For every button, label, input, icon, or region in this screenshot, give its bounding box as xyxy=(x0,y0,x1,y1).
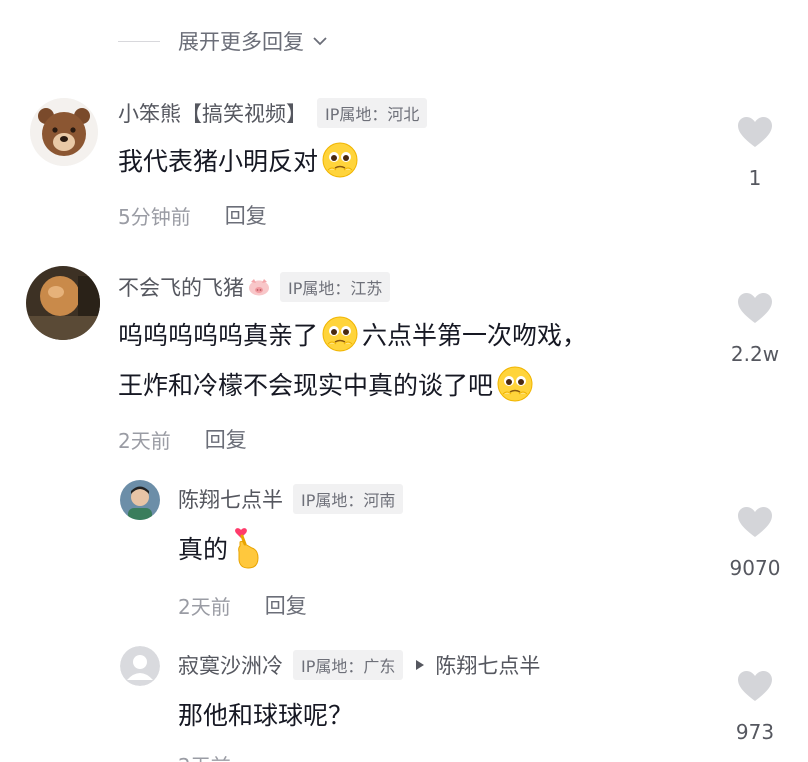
reply-header: 陈翔七点半 IP属地：河南 xyxy=(178,484,404,514)
reply-meta: 2天前 回复 xyxy=(178,590,307,620)
timestamp: 2天前 xyxy=(178,750,231,762)
like-count: 973 xyxy=(735,720,775,744)
finger-heart-emoji-icon xyxy=(235,528,259,569)
like-button[interactable]: 973 xyxy=(710,670,800,744)
avatar[interactable] xyxy=(120,480,160,520)
timestamp: 5分钟前 xyxy=(118,204,191,229)
ip-location-badge: IP属地：河南 xyxy=(293,484,404,514)
reply-text: 真的 xyxy=(178,526,268,574)
comment-text-content: 我代表猪小明反对 xyxy=(118,147,319,176)
comment-text-line-1: 呜呜呜呜呜真亲了 六点半第一次吻戏， xyxy=(118,312,587,360)
like-button[interactable]: 1 xyxy=(710,116,800,190)
comment-text-part: 王炸和冷檬不会现实中真的谈了吧 xyxy=(118,371,494,400)
username[interactable]: 陈翔七点半 xyxy=(178,484,283,514)
comment-text-part: 呜呜呜呜呜真亲了 xyxy=(118,321,319,350)
avatar[interactable] xyxy=(30,98,98,166)
reply-to-arrow-icon xyxy=(416,660,425,670)
comment-text: 我代表猪小明反对 xyxy=(118,138,362,186)
comment-text-part: 六点半第一次吻戏， xyxy=(362,321,588,350)
ip-location-badge: IP属地：广东 xyxy=(293,650,404,680)
expand-more-replies-button[interactable]: 展开更多回复 xyxy=(118,24,330,58)
heart-icon xyxy=(738,117,772,147)
chevron-down-icon xyxy=(313,37,327,46)
expand-more-replies-label: 展开更多回复 xyxy=(178,30,304,54)
reply-button[interactable]: 回复 xyxy=(265,590,307,620)
photo-avatar-icon xyxy=(26,266,100,340)
username[interactable]: 小笨熊【搞笑视频】 xyxy=(118,98,307,128)
pleading-face-emoji-icon xyxy=(322,316,358,352)
comment-header: 小笨熊【搞笑视频】 IP属地：河北 xyxy=(118,98,428,128)
reply-text: 那他和球球呢？ xyxy=(178,692,353,740)
username[interactable]: 寂寞沙洲冷 xyxy=(178,650,283,680)
ip-location-badge: IP属地：江苏 xyxy=(280,272,391,302)
timestamp: 2天前 xyxy=(118,428,171,453)
like-count: 1 xyxy=(748,166,762,190)
username[interactable]: 不会飞的飞猪 xyxy=(118,272,244,302)
comment-meta: 5分钟前 回复 xyxy=(118,200,267,230)
bear-avatar-icon xyxy=(30,98,98,166)
divider-line xyxy=(118,40,160,42)
reply-text-content: 真的 xyxy=(178,535,229,564)
like-button[interactable]: 9070 xyxy=(710,506,800,580)
heart-icon xyxy=(738,293,772,323)
reply-button[interactable]: 回复 xyxy=(205,424,247,454)
reply-header: 寂寞沙洲冷 IP属地：广东 陈翔七点半 xyxy=(178,650,540,680)
comment-header: 不会飞的飞猪 IP属地：江苏 xyxy=(118,272,391,302)
reply-meta: 2天前 xyxy=(178,750,231,762)
pig-face-icon xyxy=(249,279,269,296)
avatar[interactable] xyxy=(26,266,100,340)
ip-location-badge: IP属地：河北 xyxy=(317,98,428,128)
comment-text-line-2: 王炸和冷檬不会现实中真的谈了吧 xyxy=(118,362,537,410)
reply-text-content: 那他和球球呢？ xyxy=(178,701,354,730)
avatar[interactable] xyxy=(120,646,160,686)
like-button[interactable]: 2.2w xyxy=(710,292,800,366)
like-count: 2.2w xyxy=(730,342,780,366)
like-count: 9070 xyxy=(729,556,781,580)
heart-icon xyxy=(738,507,772,537)
reply-button[interactable]: 回复 xyxy=(225,200,267,230)
comment-meta: 2天前 回复 xyxy=(118,424,247,454)
default-user-avatar-icon xyxy=(120,646,160,686)
reply-to-username[interactable]: 陈翔七点半 xyxy=(435,650,540,680)
pleading-face-emoji-icon xyxy=(322,142,358,178)
heart-icon xyxy=(738,671,772,701)
timestamp: 2天前 xyxy=(178,594,231,619)
person-avatar-icon xyxy=(120,480,160,520)
pleading-face-emoji-icon xyxy=(497,366,533,402)
